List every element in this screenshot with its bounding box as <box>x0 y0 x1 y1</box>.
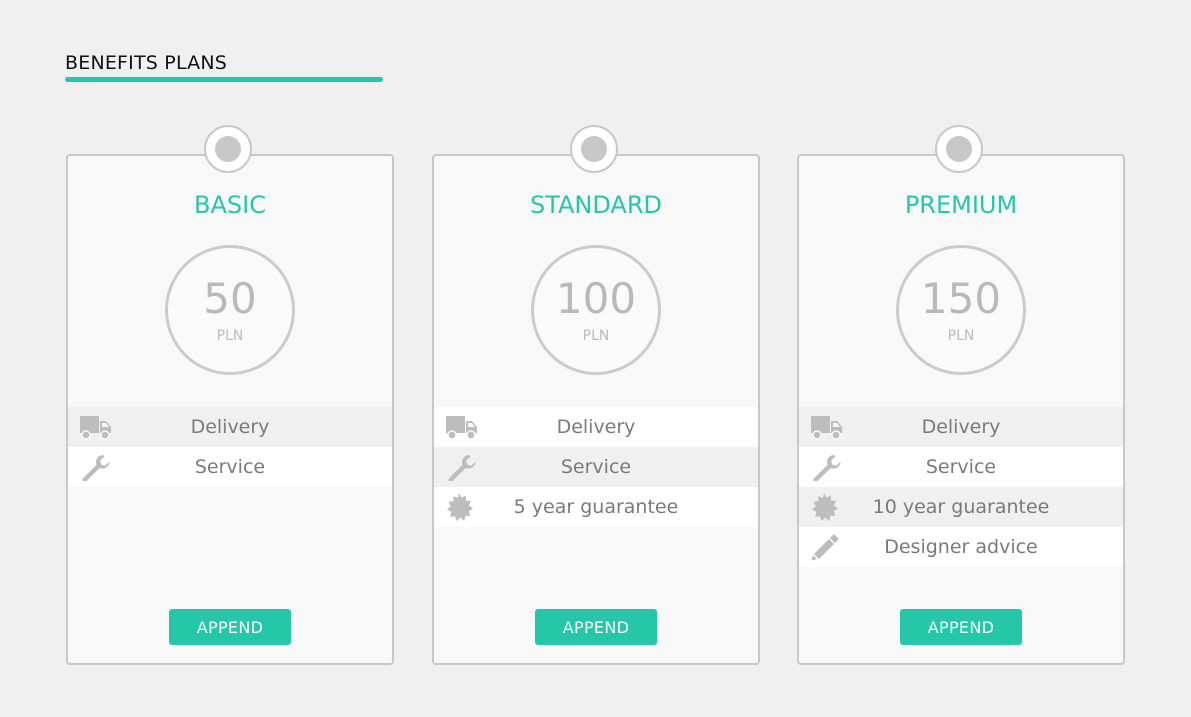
plan-name: STANDARD <box>529 191 663 219</box>
pin-icon <box>935 125 983 173</box>
truck-icon <box>78 413 112 441</box>
feature-label: Delivery <box>921 416 1001 438</box>
wrench-icon <box>444 453 478 481</box>
feature-label: Delivery <box>190 416 270 438</box>
price-currency: PLN <box>582 328 610 344</box>
plan-name: PREMIUM <box>904 191 1018 219</box>
append-button[interactable]: APPEND <box>900 609 1022 645</box>
feature-row: Delivery <box>434 407 758 447</box>
price-amount: 100 <box>555 274 637 323</box>
feature-label: Service <box>925 456 997 478</box>
price-amount: 150 <box>920 274 1002 323</box>
feature-list: Delivery Service 10 year guarantee Desig… <box>799 407 1123 567</box>
truck-icon <box>444 413 478 441</box>
plan-name: BASIC <box>194 191 266 219</box>
badge-icon <box>444 493 478 521</box>
feature-row: Delivery <box>68 407 392 447</box>
plan-card-standard: STANDARD 100 PLN Delivery Service 5 year… <box>432 125 760 665</box>
feature-list: Delivery Service 5 year guarantee <box>434 407 758 527</box>
plan-card-premium: PREMIUM 150 PLN Delivery Service 10 year… <box>797 125 1125 665</box>
append-button[interactable]: APPEND <box>535 609 657 645</box>
pin-icon <box>204 125 252 173</box>
badge-icon <box>809 493 843 521</box>
price-badge: 150 PLN <box>896 245 1026 375</box>
pin-icon <box>570 125 618 173</box>
wrench-icon <box>78 453 112 481</box>
price-currency: PLN <box>216 328 244 344</box>
feature-row: Service <box>799 447 1123 487</box>
feature-label: Designer advice <box>884 536 1038 558</box>
feature-label: 10 year guarantee <box>872 496 1050 518</box>
pencil-icon <box>809 533 843 561</box>
feature-label: Service <box>194 456 266 478</box>
feature-row: 10 year guarantee <box>799 487 1123 527</box>
page-title: BENEFITS PLANS <box>65 52 228 74</box>
feature-row: 5 year guarantee <box>434 487 758 527</box>
feature-list: Delivery Service <box>68 407 392 487</box>
feature-label: Delivery <box>556 416 636 438</box>
feature-row: Designer advice <box>799 527 1123 567</box>
title-underline <box>65 77 383 82</box>
wrench-icon <box>809 453 843 481</box>
append-button[interactable]: APPEND <box>169 609 291 645</box>
feature-row: Service <box>434 447 758 487</box>
feature-row: Delivery <box>799 407 1123 447</box>
truck-icon <box>809 413 843 441</box>
plan-card-basic: BASIC 50 PLN Delivery Service APPEND <box>66 125 394 665</box>
feature-row: Service <box>68 447 392 487</box>
price-amount: 50 <box>203 274 257 323</box>
price-badge: 50 PLN <box>165 245 295 375</box>
feature-label: Service <box>560 456 632 478</box>
price-badge: 100 PLN <box>531 245 661 375</box>
feature-label: 5 year guarantee <box>513 496 679 518</box>
price-currency: PLN <box>947 328 975 344</box>
